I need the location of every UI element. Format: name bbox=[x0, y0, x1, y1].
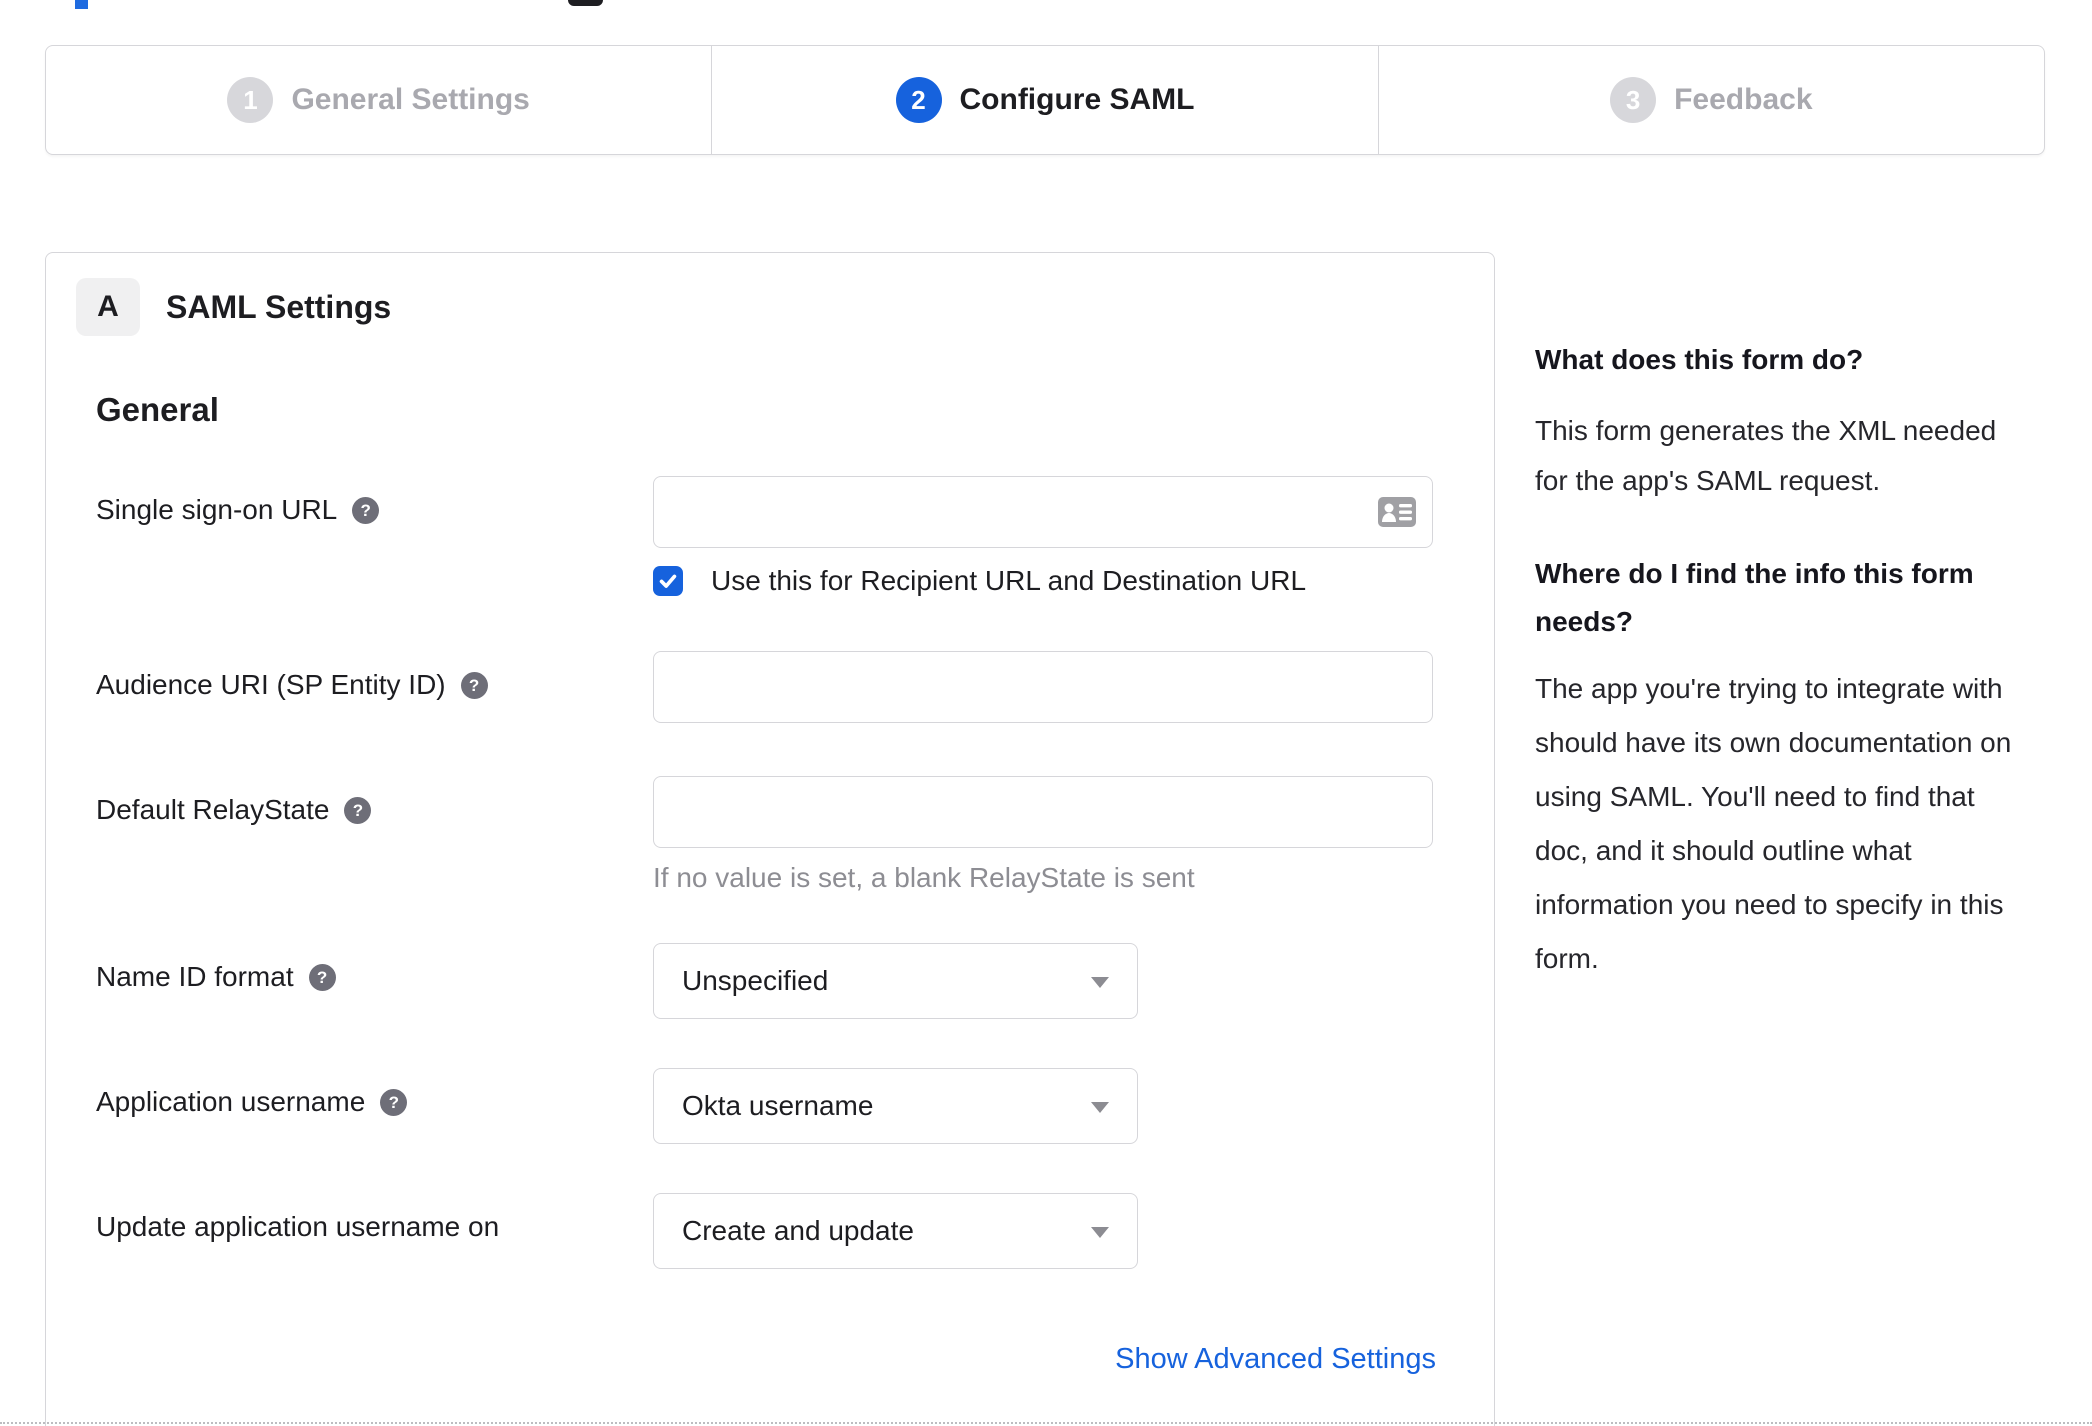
wizard-stepper: 1 General Settings 2 Configure SAML 3 Fe… bbox=[45, 45, 2045, 155]
sidebar-text-line: information you need to specify in this bbox=[1535, 889, 2004, 920]
select-value: Unspecified bbox=[682, 965, 829, 996]
chevron-down-icon bbox=[1091, 1227, 1109, 1238]
recipient-url-checkbox-label[interactable]: Use this for Recipient URL and Destinati… bbox=[711, 565, 1306, 597]
step-number-badge: 1 bbox=[227, 77, 274, 123]
label-text: Audience URI (SP Entity ID) bbox=[96, 669, 446, 700]
section-a-badge: A bbox=[76, 278, 140, 336]
application-username-select[interactable]: Okta username bbox=[653, 1068, 1138, 1144]
update-application-username-label: Update application username on bbox=[96, 1193, 653, 1243]
sidebar-text-line: should have its own documentation on bbox=[1535, 727, 2012, 758]
sidebar-text-line: for the app's SAML request. bbox=[1535, 465, 1881, 496]
name-id-format-row: Name ID format ? Unspecified bbox=[96, 943, 1138, 1019]
application-username-row: Application username ? Okta username bbox=[96, 1068, 1138, 1144]
name-id-format-label: Name ID format ? bbox=[96, 943, 653, 993]
step-general-settings[interactable]: 1 General Settings bbox=[46, 46, 711, 154]
help-sidebar: What does this form do? This form genera… bbox=[1535, 336, 2027, 986]
default-relaystate-input[interactable] bbox=[653, 776, 1433, 848]
contact-card-icon[interactable] bbox=[1377, 496, 1417, 528]
step-label: General Settings bbox=[291, 83, 530, 116]
audience-uri-input[interactable] bbox=[653, 651, 1433, 723]
sidebar-question-2: Where do I find the info this form needs… bbox=[1535, 550, 2027, 646]
label-text: Application username bbox=[96, 1086, 366, 1117]
update-application-username-row: Update application username on Create an… bbox=[96, 1193, 1138, 1269]
sidebar-text-line: needs? bbox=[1535, 606, 1634, 637]
saml-settings-panel: A SAML Settings General Single sign-on U… bbox=[45, 252, 1495, 1426]
help-icon[interactable]: ? bbox=[460, 672, 488, 699]
step-feedback[interactable]: 3 Feedback bbox=[1377, 46, 2044, 154]
select-value: Create and update bbox=[682, 1215, 914, 1246]
application-username-label: Application username ? bbox=[96, 1068, 653, 1118]
general-group-title: General bbox=[96, 391, 219, 428]
relaystate-hint-text: If no value is set, a blank RelayState i… bbox=[653, 862, 1195, 893]
sidebar-text-line: form. bbox=[1535, 943, 1599, 974]
sso-url-label: Single sign-on URL ? bbox=[96, 476, 653, 526]
step-label: Configure SAML bbox=[959, 83, 1195, 116]
sso-url-input[interactable] bbox=[653, 476, 1433, 548]
sidebar-answer-2: The app you're trying to integrate with … bbox=[1535, 662, 2027, 986]
label-text: Update application username on bbox=[96, 1211, 500, 1242]
recipient-url-checkbox-row: Use this for Recipient URL and Destinati… bbox=[653, 565, 1433, 597]
cutoff-dark-icon-fragment bbox=[568, 0, 603, 6]
help-icon[interactable]: ? bbox=[352, 497, 380, 524]
sidebar-text-line: using SAML. You'll need to find that bbox=[1535, 781, 1975, 812]
default-relaystate-label: Default RelayState ? bbox=[96, 776, 653, 826]
recipient-url-checkbox[interactable] bbox=[653, 566, 683, 596]
update-application-username-select[interactable]: Create and update bbox=[653, 1193, 1138, 1269]
help-icon[interactable]: ? bbox=[380, 1089, 408, 1116]
help-icon[interactable]: ? bbox=[308, 964, 336, 991]
step-configure-saml[interactable]: 2 Configure SAML bbox=[711, 46, 1377, 154]
select-value: Okta username bbox=[682, 1090, 874, 1121]
checkmark-icon bbox=[659, 574, 677, 588]
audience-uri-label: Audience URI (SP Entity ID) ? bbox=[96, 651, 653, 701]
chevron-down-icon bbox=[1091, 1102, 1109, 1113]
label-text: Single sign-on URL bbox=[96, 494, 338, 525]
audience-uri-row: Audience URI (SP Entity ID) ? bbox=[96, 651, 1433, 723]
label-text: Name ID format bbox=[96, 961, 294, 992]
default-relaystate-row: Default RelayState ? If no value is set,… bbox=[96, 776, 1433, 894]
label-text: Default RelayState bbox=[96, 794, 330, 825]
advanced-settings-row: Show Advanced Settings bbox=[96, 1343, 1436, 1376]
chevron-down-icon bbox=[1091, 977, 1109, 988]
sidebar-text-line: This form generates the XML needed bbox=[1535, 415, 1997, 446]
step-label: Feedback bbox=[1674, 83, 1813, 116]
sidebar-text-line: doc, and it should outline what bbox=[1535, 835, 1912, 866]
name-id-format-select[interactable]: Unspecified bbox=[653, 943, 1138, 1019]
step-number-badge: 3 bbox=[1610, 77, 1657, 123]
cutoff-blue-logo-fragment bbox=[75, 0, 88, 9]
sidebar-answer-1: This form generates the XML needed for t… bbox=[1535, 406, 2027, 506]
section-title: SAML Settings bbox=[166, 288, 392, 325]
show-advanced-settings-link[interactable]: Show Advanced Settings bbox=[1115, 1343, 1436, 1375]
sidebar-text-line: Where do I find the info this form bbox=[1535, 558, 1974, 589]
sso-url-row: Single sign-on URL ? Use this for Recipi… bbox=[96, 476, 1433, 597]
sidebar-text-line: The app you're trying to integrate with bbox=[1535, 673, 2003, 704]
panel-header: A SAML Settings bbox=[76, 278, 391, 336]
help-icon[interactable]: ? bbox=[344, 797, 372, 824]
sidebar-question-1: What does this form do? bbox=[1535, 344, 1864, 375]
step-number-badge: 2 bbox=[895, 77, 942, 123]
dashed-divider bbox=[0, 1422, 2092, 1424]
